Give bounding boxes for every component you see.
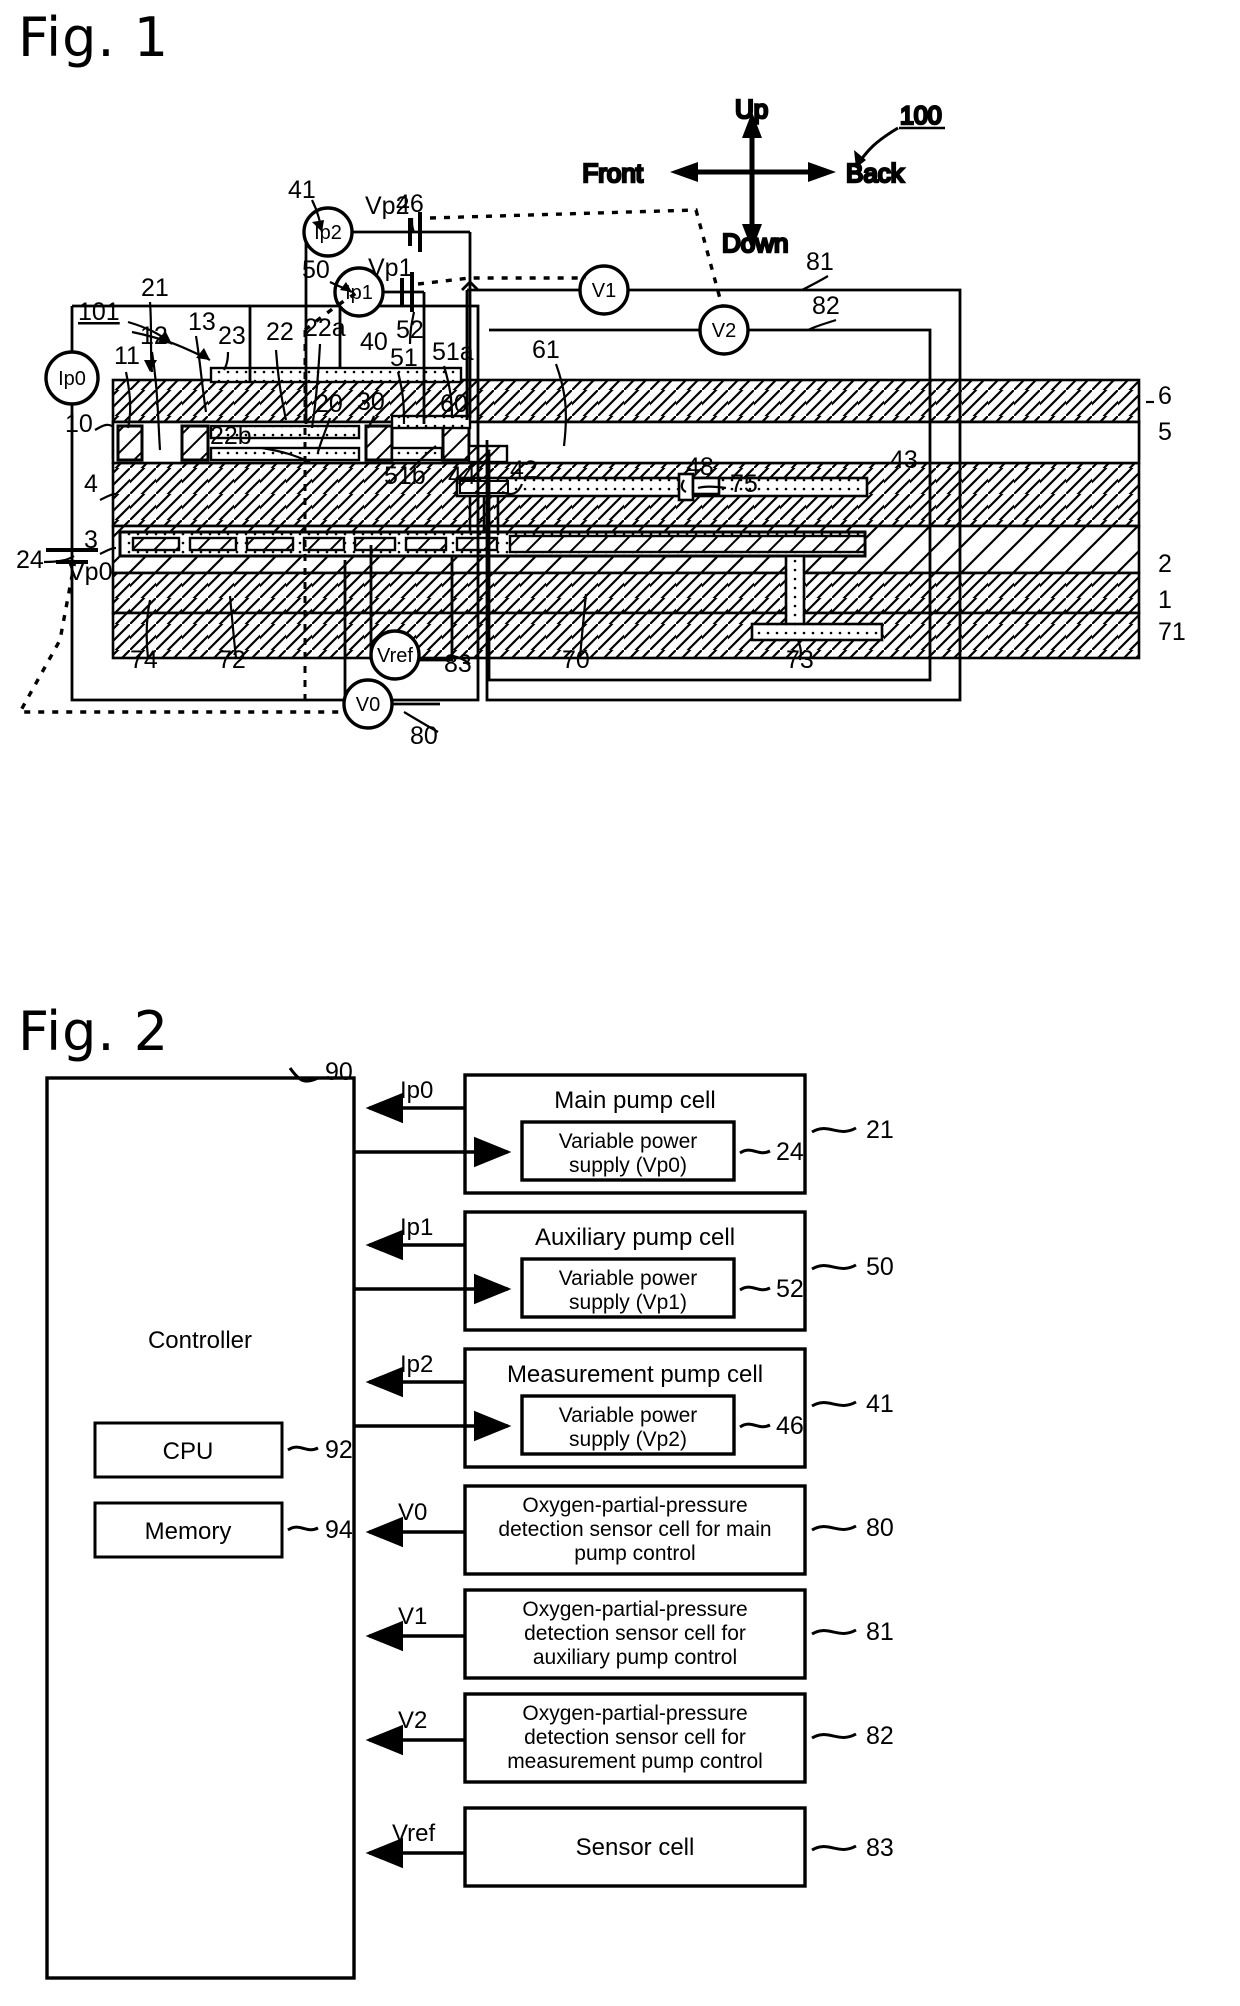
callout-60: 60 (440, 390, 468, 418)
callout-94: 94 (325, 1516, 353, 1544)
block-label-vps-vp2-line1: Variable power (559, 1404, 698, 1427)
callout-21: 21 (141, 274, 169, 302)
callout-3: 3 (84, 526, 98, 554)
callout-72: 72 (218, 646, 246, 674)
callout-61: 61 (532, 336, 560, 364)
callout-51b: 51b (384, 462, 426, 490)
callout-40: 40 (360, 328, 388, 356)
block-label-o2-sensor-aux-l2: detection sensor cell for (524, 1622, 746, 1645)
callout-41-fig2: 41 (866, 1390, 894, 1418)
callout-83-fig2: 83 (866, 1834, 894, 1862)
meter-label-v0: V0 (356, 694, 380, 716)
label-vp2: Vp2 (365, 192, 409, 220)
cpu-label: CPU (163, 1438, 214, 1465)
callout-22a: 22a (304, 314, 346, 342)
callout-24-fig2: 24 (776, 1138, 804, 1166)
figure-1: Up Down Front Back 100 41 50 46 Vp2 Vp1 … (0, 0, 1240, 990)
callout-92: 92 (325, 1436, 353, 1464)
callout-81: 81 (806, 248, 834, 276)
label-vp0: Vp0 (68, 558, 112, 586)
meter-label-ip0: Ip0 (58, 368, 86, 390)
callout-4: 4 (84, 470, 98, 498)
memory-label: Memory (145, 1518, 232, 1545)
block-label-measurement-pump-cell: Measurement pump cell (507, 1361, 763, 1388)
block-label-auxiliary-pump-cell: Auxiliary pump cell (535, 1224, 735, 1251)
callout-2: 2 (1158, 550, 1172, 578)
callout-50-fig2: 50 (866, 1253, 894, 1281)
callout-52-fig2: 52 (776, 1275, 804, 1303)
callout-51: 51 (390, 344, 418, 372)
callout-11: 11 (114, 342, 140, 370)
callout-80-fig2: 80 (866, 1514, 894, 1542)
block-label-main-pump-cell: Main pump cell (554, 1087, 715, 1114)
callout-41: 41 (288, 176, 316, 204)
callout-81-fig2: 81 (866, 1618, 894, 1646)
callout-74: 74 (130, 646, 158, 674)
direction-label-up: Up (735, 94, 768, 124)
callout-50: 50 (302, 256, 330, 284)
direction-label-back: Back (846, 158, 905, 188)
block-label-o2-sensor-aux-l3: auxiliary pump control (533, 1646, 737, 1669)
signal-label-ip2: Ip2 (400, 1351, 433, 1378)
meter-label-v1: V1 (592, 280, 616, 302)
callout-13: 13 (188, 308, 216, 336)
direction-label-down: Down (722, 228, 788, 258)
figure-2: Controller CPU Memory 90 92 94 Main pump… (0, 1060, 1240, 2006)
callout-83: 83 (444, 650, 472, 678)
block-label-o2-sensor-main-l3: pump control (574, 1542, 695, 1565)
signal-label-v2: V2 (398, 1707, 427, 1734)
callout-82-fig2: 82 (866, 1722, 894, 1750)
label-vp1: Vp1 (368, 254, 412, 282)
signal-label-v1: V1 (398, 1603, 427, 1630)
signal-label-v0: V0 (398, 1499, 427, 1526)
callout-43: 43 (890, 446, 918, 474)
callout-5: 5 (1158, 418, 1172, 446)
callout-24: 24 (16, 546, 44, 574)
block-label-vps-vp0-line1: Variable power (559, 1130, 698, 1153)
callout-70: 70 (562, 646, 590, 674)
callout-42: 42 (510, 456, 538, 484)
callout-20: 20 (315, 390, 343, 418)
meter-label-vref: Vref (377, 645, 413, 667)
direction-label-front: Front (582, 158, 643, 188)
signal-label-ip0: Ip0 (400, 1077, 433, 1104)
block-label-o2-sensor-meas-l2: detection sensor cell for (524, 1726, 746, 1749)
callout-30: 30 (357, 388, 385, 416)
callout-22: 22 (266, 318, 294, 346)
callout-80: 80 (410, 722, 438, 750)
callout-71: 71 (1158, 618, 1186, 646)
callout-48: 48 (686, 453, 714, 481)
block-label-vps-vp1-line1: Variable power (559, 1267, 698, 1290)
meter-label-ip1: Ip1 (345, 282, 373, 304)
callout-6: 6 (1158, 382, 1172, 410)
callout-1: 1 (1158, 586, 1172, 614)
callout-22b: 22b (210, 422, 252, 450)
block-label-vps-vp0-line2: supply (Vp0) (569, 1154, 687, 1177)
block-label-o2-sensor-meas-l1: Oxygen-partial-pressure (522, 1702, 747, 1725)
meter-label-v2: V2 (712, 320, 736, 342)
signal-label-vref: Vref (392, 1820, 435, 1847)
callout-10: 10 (65, 410, 93, 438)
callout-100: 100 (900, 102, 942, 130)
callout-21-fig2: 21 (866, 1116, 894, 1144)
callout-101: 101 (78, 298, 120, 326)
block-label-o2-sensor-meas-l3: measurement pump control (507, 1750, 763, 1773)
callout-46-fig2: 46 (776, 1412, 804, 1440)
block-label-vps-vp1-line2: supply (Vp1) (569, 1291, 687, 1314)
callout-75: 75 (730, 470, 758, 498)
callout-82: 82 (812, 292, 840, 320)
block-label-sensor-cell: Sensor cell (576, 1834, 695, 1861)
block-label-o2-sensor-main-l1: Oxygen-partial-pressure (522, 1494, 747, 1517)
callout-51a: 51a (432, 338, 474, 366)
block-label-o2-sensor-main-l2: detection sensor cell for main (498, 1518, 771, 1541)
controller-label: Controller (148, 1327, 252, 1354)
callout-90: 90 (325, 1060, 353, 1086)
callout-23: 23 (218, 322, 246, 350)
signal-label-ip1: Ip1 (400, 1214, 433, 1241)
figure-2-title: Fig. 2 (18, 1000, 170, 1063)
block-label-o2-sensor-aux-l1: Oxygen-partial-pressure (522, 1598, 747, 1621)
block-label-vps-vp2-line2: supply (Vp2) (569, 1428, 687, 1451)
